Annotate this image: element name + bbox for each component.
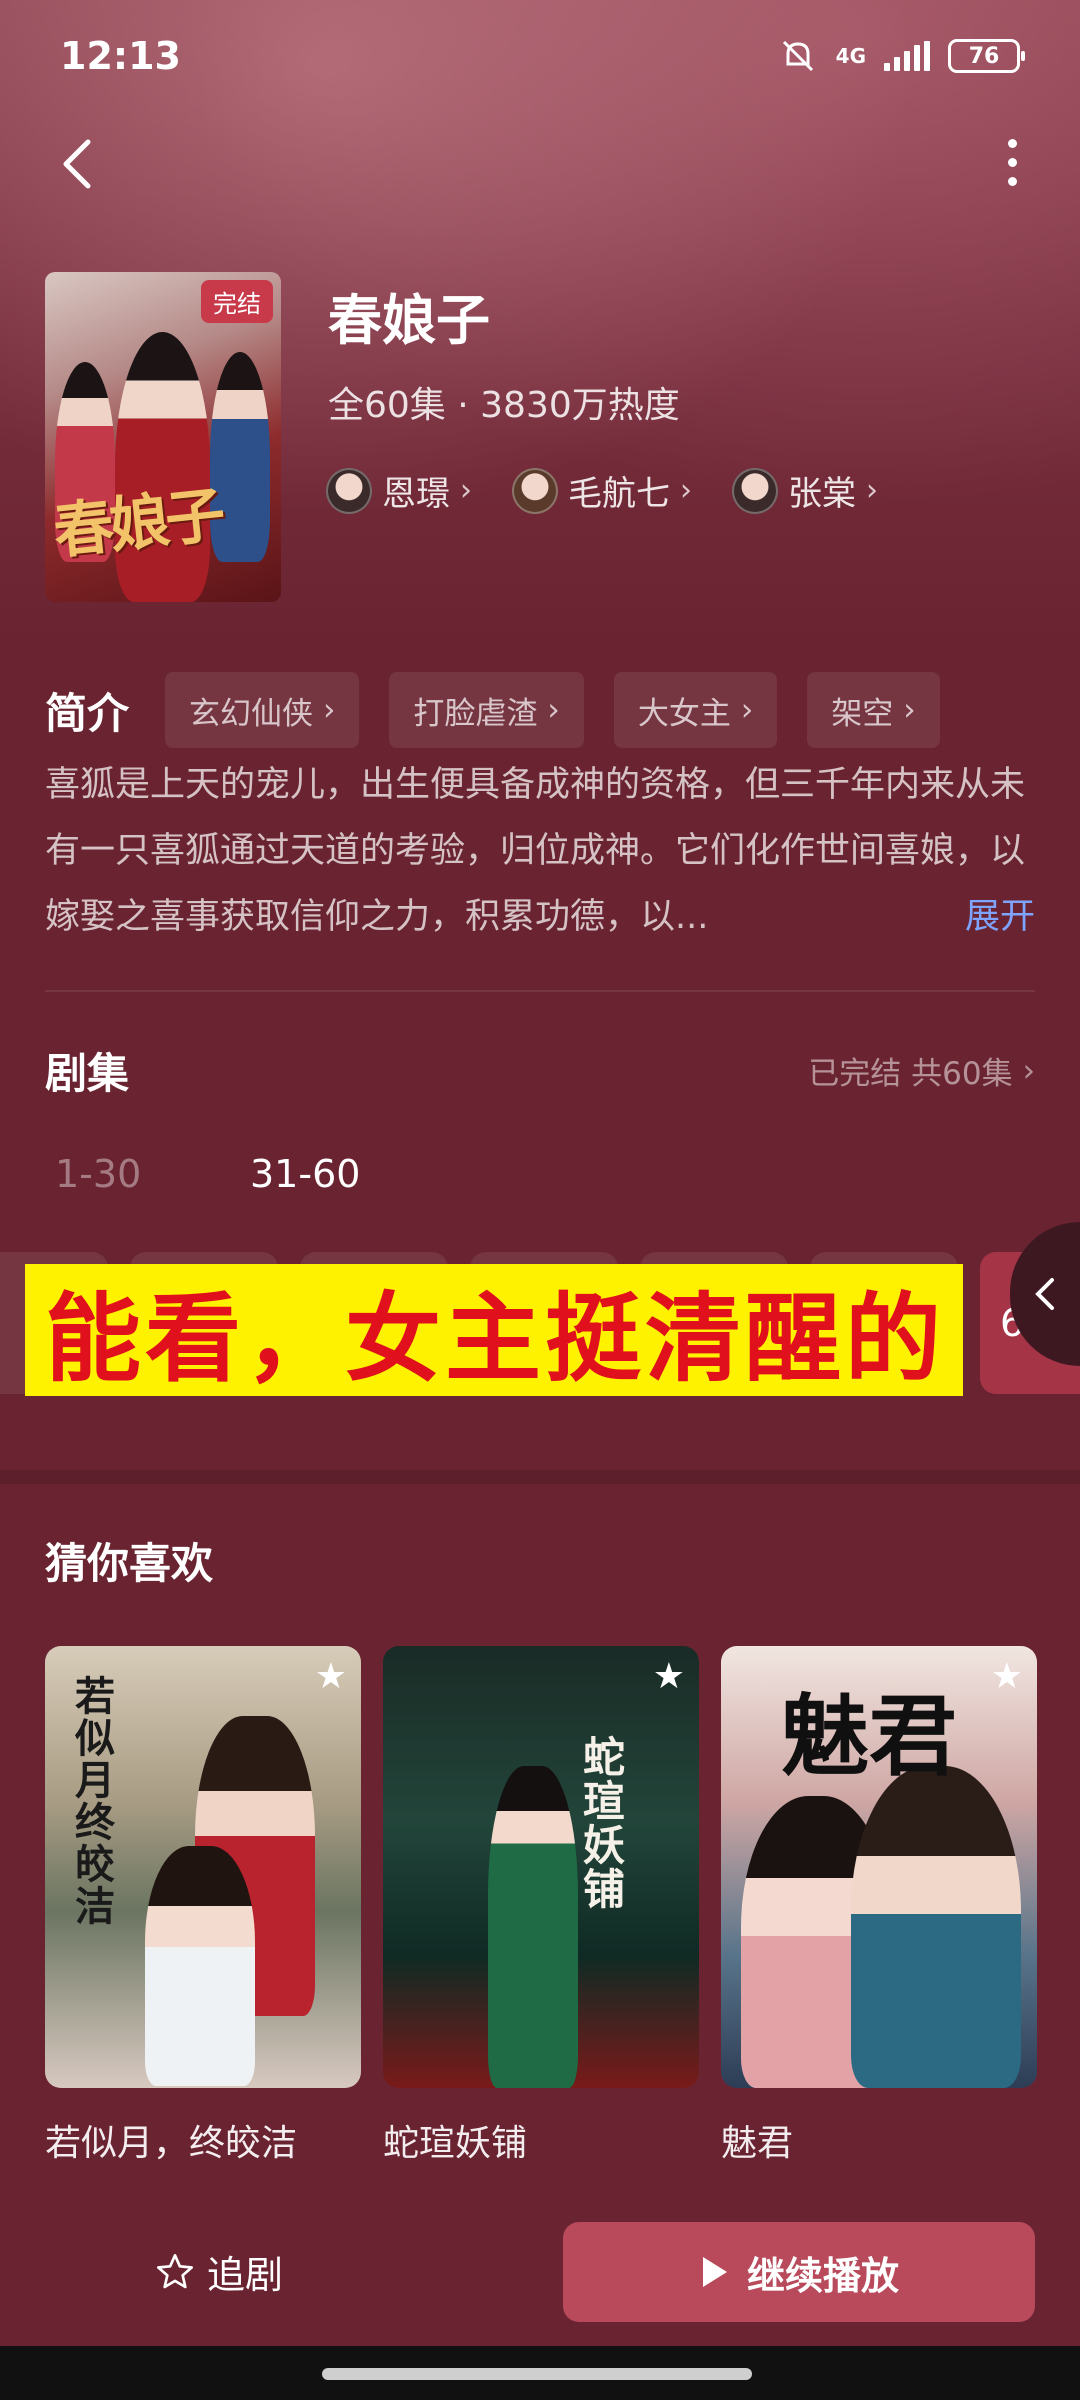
tag-label: 大女主 bbox=[637, 695, 731, 732]
chevron-right-icon: › bbox=[903, 692, 916, 728]
cover-title: 魅君 bbox=[781, 1684, 958, 1788]
cover-figure bbox=[488, 1766, 578, 2088]
cast-item[interactable]: 张棠 › bbox=[732, 466, 878, 515]
back-arrow-icon bbox=[63, 139, 91, 189]
recommend-title: 猜你喜欢 bbox=[45, 1539, 214, 1588]
avatar bbox=[732, 467, 778, 514]
tab-episode-range-active[interactable]: 31-60 bbox=[250, 1152, 360, 1196]
chevron-right-icon: › bbox=[1022, 1052, 1035, 1089]
recommend-card[interactable]: 若似月终皎洁 ★ 若似月，终皎洁 bbox=[45, 1646, 361, 2166]
chevron-right-icon: › bbox=[866, 473, 878, 508]
recommend-name: 蛇瑄妖铺 bbox=[383, 2123, 528, 2164]
star-icon[interactable]: ★ bbox=[315, 1656, 347, 1697]
recommend-list: 若似月终皎洁 ★ 若似月，终皎洁 蛇瑄妖铺 ★ 蛇瑄妖铺 魅君 ★ 魅君 bbox=[45, 1646, 1037, 2166]
expand-link[interactable]: 展开 bbox=[965, 884, 1035, 950]
network-type: 4G bbox=[835, 44, 866, 68]
more-options-button[interactable] bbox=[992, 130, 1032, 194]
system-nav-bar bbox=[0, 2346, 1080, 2400]
avatar bbox=[326, 467, 372, 514]
chevron-right-icon: › bbox=[323, 692, 336, 728]
more-dot-icon bbox=[1007, 176, 1017, 186]
recommend-cover: 蛇瑄妖铺 ★ bbox=[383, 1646, 699, 2088]
episodes-title: 剧集 bbox=[45, 1049, 130, 1098]
avatar bbox=[512, 467, 558, 514]
cast-list: 恩璟 › 毛航七 › 张棠 › bbox=[326, 466, 878, 515]
home-indicator[interactable] bbox=[322, 2368, 752, 2380]
play-label: 继续播放 bbox=[746, 2253, 899, 2298]
poster-title: 春娘子 bbox=[50, 480, 225, 568]
back-button[interactable] bbox=[48, 130, 112, 194]
chevron-right-icon: › bbox=[547, 692, 560, 728]
episodes-status-text: 已完结 共60集 bbox=[808, 1056, 1013, 1092]
chevron-right-icon: › bbox=[460, 473, 472, 508]
genre-tag[interactable]: 玄幻仙侠 › bbox=[165, 672, 360, 748]
recommend-card[interactable]: 魅君 ★ 魅君 bbox=[721, 1646, 1037, 2166]
cover-title: 若似月终皎洁 bbox=[75, 1673, 115, 1930]
divider bbox=[45, 990, 1035, 992]
follow-label: 追剧 bbox=[207, 2253, 284, 2297]
tab-episode-range[interactable]: 1-30 bbox=[55, 1152, 141, 1196]
cover-figure bbox=[145, 1846, 255, 2086]
mute-bell-icon bbox=[782, 40, 813, 72]
recommend-card[interactable]: 蛇瑄妖铺 ★ 蛇瑄妖铺 bbox=[383, 1646, 699, 2166]
cover-title: 蛇瑄妖铺 bbox=[583, 1733, 626, 1914]
caption-overlay: 能看，女主挺清醒的 bbox=[25, 1264, 963, 1396]
intro-label: 简介 bbox=[45, 688, 130, 738]
recommend-cover: 若似月终皎洁 ★ bbox=[45, 1646, 361, 2088]
cast-name: 恩璟 bbox=[382, 474, 450, 514]
more-dot-icon bbox=[1007, 157, 1017, 167]
play-icon bbox=[702, 2257, 727, 2287]
intro-header: 简介 玄幻仙侠 › 打脸虐渣 › 大女主 › 架空 › bbox=[45, 672, 940, 748]
section-divider bbox=[0, 1470, 1080, 1484]
genre-tag[interactable]: 大女主 › bbox=[613, 672, 778, 748]
intro-text[interactable]: 喜狐是上天的宠儿，出生便具备成神的资格，但三千年内来从未有一只喜狐通过天道的考验… bbox=[45, 752, 1035, 950]
synopsis: 喜狐是上天的宠儿，出生便具备成神的资格，但三千年内来从未有一只喜狐通过天道的考验… bbox=[45, 765, 1026, 937]
status-time: 12:13 bbox=[60, 34, 181, 78]
show-poster[interactable]: 春娘子 完结 bbox=[45, 272, 281, 602]
battery-level: 76 bbox=[968, 43, 1000, 69]
genre-tag[interactable]: 打脸虐渣 › bbox=[389, 672, 584, 748]
caption-text: 能看，女主挺清醒的 bbox=[45, 1282, 945, 1395]
signal-icon bbox=[884, 41, 930, 71]
tag-label: 玄幻仙侠 bbox=[189, 695, 314, 732]
cast-item[interactable]: 恩璟 › bbox=[326, 466, 472, 515]
top-nav bbox=[0, 120, 1080, 210]
tag-label: 打脸虐渣 bbox=[413, 695, 538, 732]
recommend-name: 若似月，终皎洁 bbox=[45, 2123, 298, 2164]
status-icons: 4G 76 bbox=[778, 38, 1025, 74]
battery-icon: 76 bbox=[948, 39, 1025, 73]
recommend-name: 魅君 bbox=[721, 2123, 794, 2164]
episodes-status[interactable]: 已完结 共60集 › bbox=[808, 1048, 1035, 1093]
cast-item[interactable]: 毛航七 › bbox=[512, 466, 692, 515]
show-title: 春娘子 bbox=[328, 289, 490, 352]
tag-label: 架空 bbox=[831, 695, 894, 732]
cast-name: 张棠 bbox=[788, 474, 856, 514]
bottom-action-bar: 追剧 继续播放 bbox=[0, 2204, 1080, 2346]
star-icon[interactable]: ★ bbox=[653, 1656, 685, 1697]
follow-button[interactable]: 追剧 bbox=[155, 2244, 283, 2299]
genre-tag[interactable]: 架空 › bbox=[807, 672, 940, 748]
chevron-right-icon: › bbox=[740, 692, 754, 728]
more-dot-icon bbox=[1007, 138, 1017, 148]
show-meta: 全60集 · 3830万热度 bbox=[328, 385, 680, 426]
status-bar: 12:13 4G 76 bbox=[0, 0, 1080, 110]
completed-badge: 完结 bbox=[201, 280, 273, 323]
recommend-cover: 魅君 ★ bbox=[721, 1646, 1037, 2088]
star-icon[interactable]: ★ bbox=[991, 1656, 1023, 1697]
star-outline-icon bbox=[157, 2253, 194, 2288]
cast-name: 毛航七 bbox=[568, 474, 670, 514]
continue-play-button[interactable]: 继续播放 bbox=[563, 2222, 1035, 2322]
chevron-right-icon: › bbox=[680, 473, 692, 508]
chevron-left-icon bbox=[1035, 1278, 1054, 1310]
cover-figure bbox=[851, 1766, 1021, 2088]
